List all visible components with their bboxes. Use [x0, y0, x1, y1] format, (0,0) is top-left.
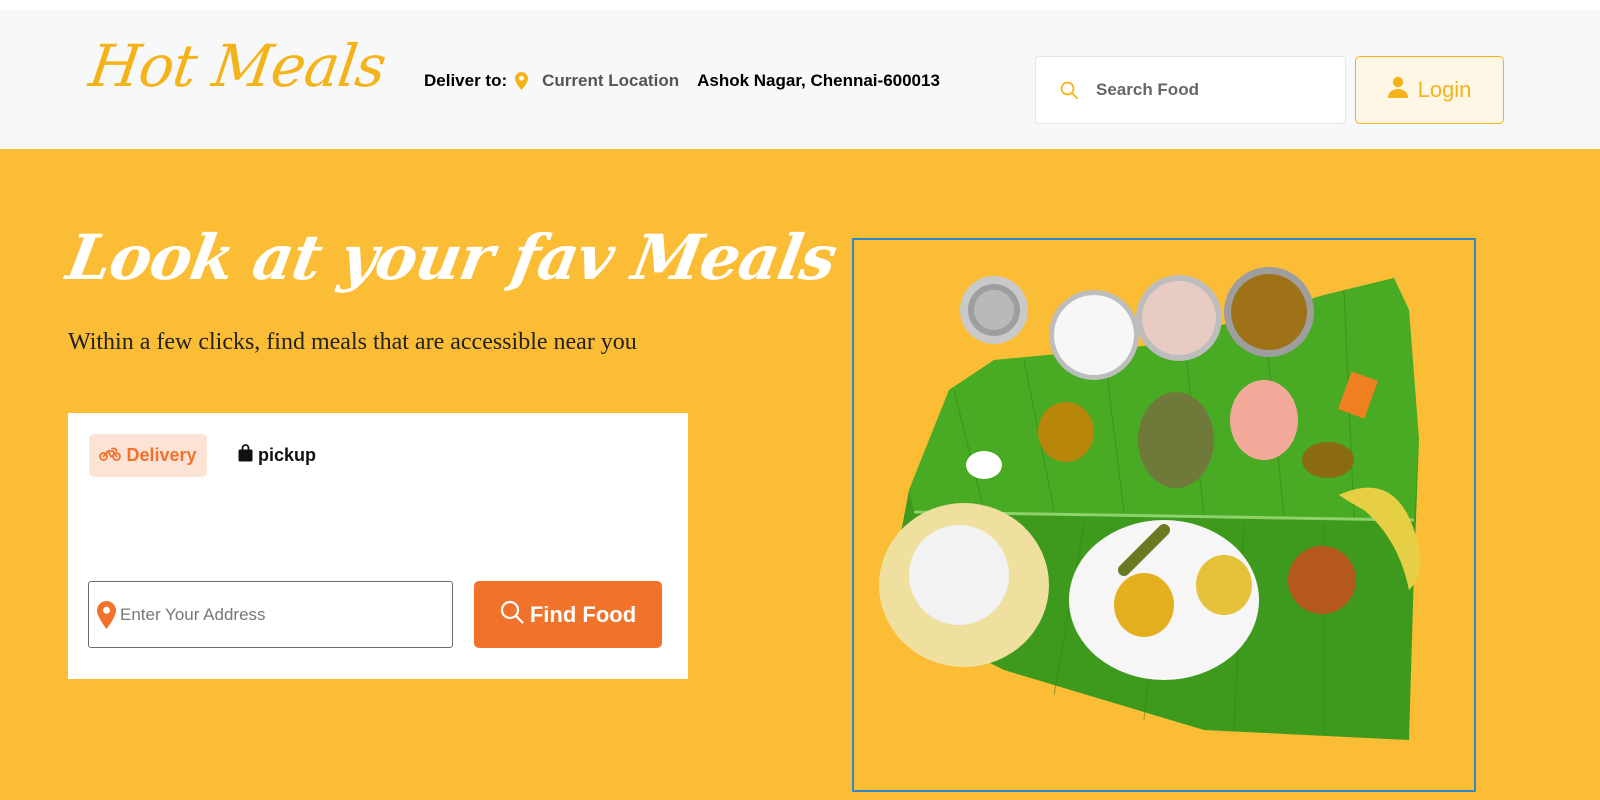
tab-delivery[interactable]: Delivery: [89, 434, 207, 477]
login-button[interactable]: Login: [1355, 56, 1504, 124]
food-finder-card: Delivery pickup Find Food: [68, 413, 688, 679]
hero-title: Look at your fav Meals: [61, 221, 842, 294]
banana-leaf-meal-illustration: [879, 267, 1421, 740]
search-icon: [1060, 81, 1078, 99]
logo[interactable]: Hot Meals: [85, 32, 389, 100]
search-input[interactable]: [1096, 80, 1316, 100]
delivery-address: Ashok Nagar, Chennai-600013: [697, 71, 940, 90]
hero-subtitle: Within a few clicks, find meals that are…: [68, 329, 637, 355]
motorcycle-icon: [99, 445, 122, 466]
tab-pickup-label: pickup: [258, 445, 317, 465]
search-box[interactable]: [1035, 56, 1346, 124]
shopping-bag-icon: [238, 444, 253, 467]
find-food-button[interactable]: Find Food: [474, 581, 662, 648]
search-icon: [500, 600, 524, 630]
address-field[interactable]: [88, 581, 453, 648]
tab-pickup[interactable]: pickup: [238, 434, 316, 477]
tab-delivery-label: Delivery: [126, 445, 197, 465]
address-input[interactable]: [120, 604, 440, 625]
location-pin-icon: [515, 72, 529, 90]
meal-image: [852, 238, 1476, 792]
find-food-label: Find Food: [529, 601, 637, 627]
user-icon: [1387, 76, 1408, 104]
location-pin-icon: [97, 600, 116, 629]
top-strip: [0, 0, 1600, 10]
current-location-link[interactable]: Current Location: [542, 71, 679, 91]
deliver-to-label: Deliver to:: [424, 71, 508, 90]
navbar: Hot Meals Deliver to: Current Location A…: [0, 10, 1600, 149]
deliver-to: Deliver to: Current Location Ashok Nagar…: [424, 68, 940, 94]
login-label: Login: [1417, 77, 1472, 102]
